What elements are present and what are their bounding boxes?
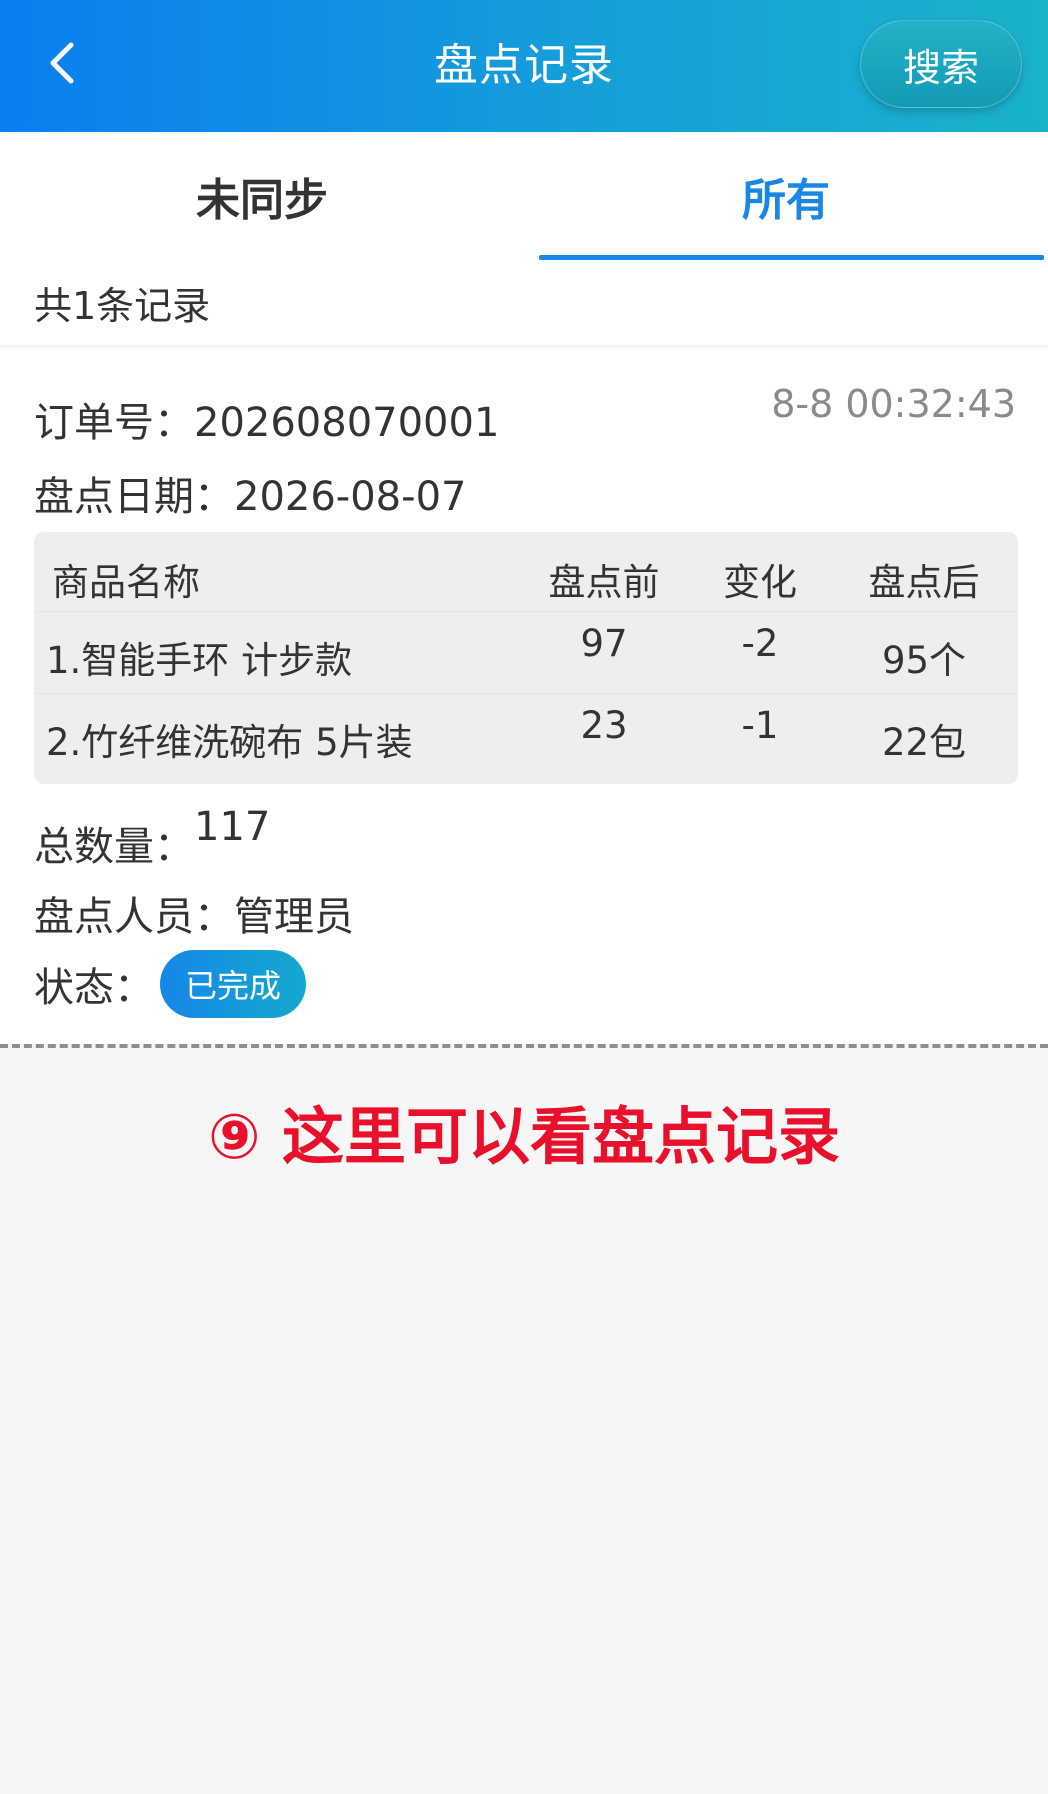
table-header-row: 商品名称 盘点前 变化 盘点后	[34, 532, 1018, 612]
table-row: 2.竹纤维洗碗布 5片装 23 -1 22包	[34, 694, 1018, 784]
status-label: 状态：	[34, 965, 154, 1011]
quantity-after: 95个	[881, 639, 967, 682]
app-header: 盘点记录 搜索	[0, 0, 1048, 132]
inventory-date-value: 2026-08-07	[234, 474, 467, 520]
status-row: 状态： 已完成	[34, 950, 306, 1018]
record-time: 8-8 00:32:43	[771, 382, 1016, 426]
operator-label: 盘点人员：	[34, 894, 234, 940]
record-count-text: 共1条记录	[34, 284, 211, 328]
operator-row: 盘点人员：管理员	[34, 884, 354, 942]
total-quantity-value: 117	[194, 804, 271, 850]
tab-all[interactable]: 所有	[524, 132, 1048, 260]
record-count: 共1条记录	[0, 260, 1048, 346]
dashed-divider	[0, 1044, 1048, 1048]
quantity-change: -1	[741, 704, 779, 747]
search-button[interactable]: 搜索	[860, 20, 1022, 108]
header-change: 变化	[723, 561, 797, 604]
order-number-row: 订单号：202608070001	[34, 390, 499, 448]
record-card[interactable]: 订单号：202608070001 8-8 00:32:43 盘点日期：2026-…	[0, 348, 1048, 1044]
header-product-name: 商品名称	[52, 561, 200, 604]
status-badge: 已完成	[160, 950, 306, 1018]
product-name: 1.智能手环 计步款	[46, 639, 353, 682]
total-quantity-row: 总数量：117	[34, 804, 270, 872]
annotation-text: ⑨ 这里可以看盘点记录	[207, 1100, 841, 1173]
tab-label: 所有	[742, 175, 830, 226]
quantity-before: 23	[580, 704, 628, 747]
item-table: 商品名称 盘点前 变化 盘点后 1.智能手环 计步款 97 -2 95个 2.竹…	[34, 532, 1018, 784]
inventory-date-row: 盘点日期：2026-08-07	[34, 464, 466, 522]
quantity-change: -2	[741, 622, 779, 665]
tab-unsynced[interactable]: 未同步	[0, 132, 524, 260]
inventory-date-label: 盘点日期：	[34, 474, 234, 520]
total-quantity-label: 总数量：	[34, 824, 194, 870]
header-after: 盘点后	[868, 561, 980, 604]
tab-bar: 未同步 所有	[0, 132, 1048, 260]
product-name: 2.竹纤维洗碗布 5片装	[46, 721, 413, 764]
quantity-before: 97	[580, 622, 628, 665]
quantity-after: 22包	[881, 721, 967, 764]
operator-value: 管理员	[234, 894, 354, 940]
table-row: 1.智能手环 计步款 97 -2 95个	[34, 612, 1018, 694]
header-before: 盘点前	[548, 561, 660, 604]
order-number-value: 202608070001	[194, 400, 500, 446]
tab-label: 未同步	[196, 175, 328, 226]
order-number-label: 订单号：	[34, 400, 194, 446]
